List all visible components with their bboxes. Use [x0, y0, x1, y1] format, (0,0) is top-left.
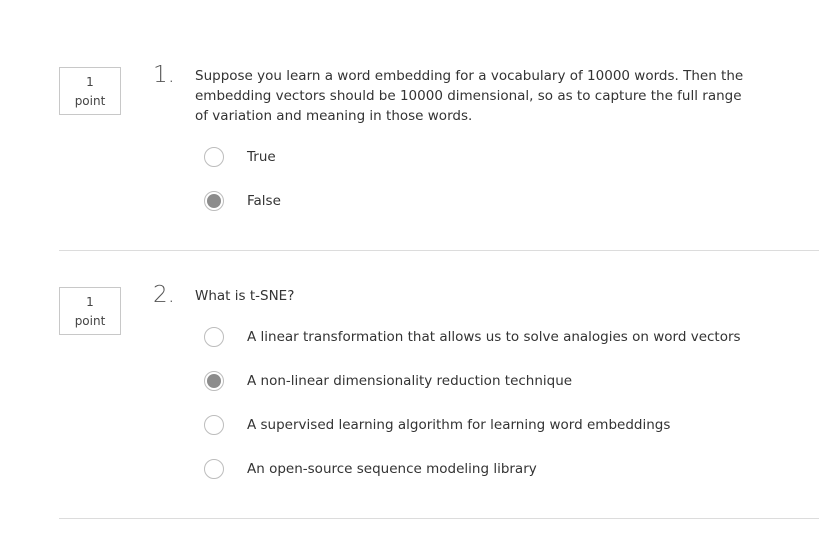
question-text: Suppose you learn a word embedding for a… [195, 68, 744, 124]
radio-button[interactable] [204, 191, 224, 211]
quiz-page: 1 point 1. Suppose you learn a word embe… [0, 0, 827, 535]
answer-option[interactable]: True [204, 145, 276, 169]
question-number: 2. [153, 282, 175, 308]
question-number: 1. [153, 62, 175, 88]
points-unit: point [74, 94, 106, 108]
radio-button[interactable] [204, 459, 224, 479]
question-divider [59, 518, 819, 519]
answer-option[interactable]: A supervised learning algorithm for lear… [204, 413, 670, 437]
question-text: What is t-SNE? [195, 288, 295, 304]
option-label[interactable]: A linear transformation that allows us t… [247, 329, 741, 345]
points-box: 1 point [59, 287, 121, 335]
answer-option[interactable]: A linear transformation that allows us t… [204, 325, 741, 349]
radio-button[interactable] [204, 327, 224, 347]
radio-button[interactable] [204, 147, 224, 167]
answer-option[interactable]: A non-linear dimensionality reduction te… [204, 369, 572, 393]
points-box: 1 point [59, 67, 121, 115]
option-label[interactable]: False [247, 193, 281, 209]
option-label[interactable]: An open-source sequence modeling library [247, 461, 537, 477]
radio-button[interactable] [204, 371, 224, 391]
option-label[interactable]: A non-linear dimensionality reduction te… [247, 373, 572, 389]
points-unit: point [74, 314, 106, 328]
answer-option[interactable]: False [204, 189, 281, 213]
points-value: 1 [86, 75, 94, 89]
radio-button[interactable] [204, 415, 224, 435]
option-label[interactable]: A supervised learning algorithm for lear… [247, 417, 670, 433]
question-divider [59, 250, 819, 251]
option-label[interactable]: True [247, 149, 276, 165]
points-value: 1 [86, 295, 94, 309]
answer-option[interactable]: An open-source sequence modeling library [204, 457, 537, 481]
